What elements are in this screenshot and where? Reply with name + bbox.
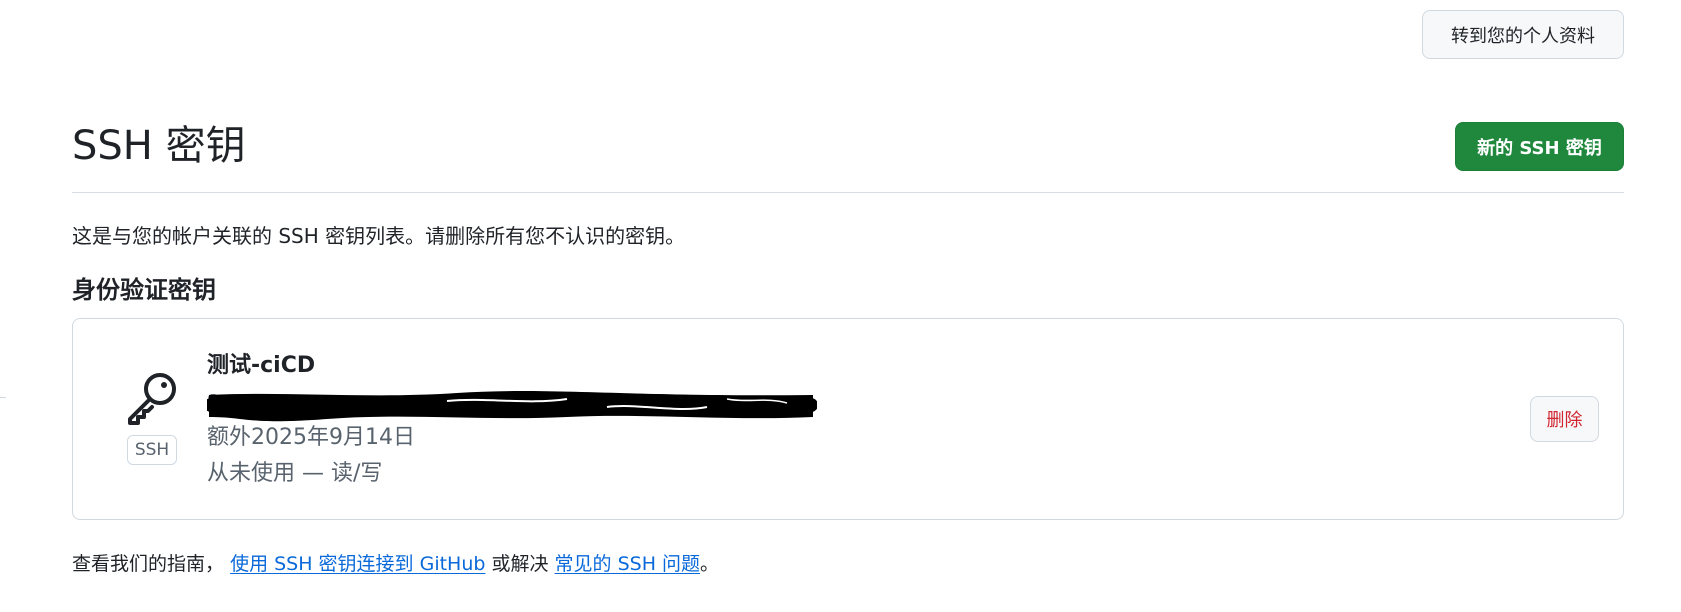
key-usage-status: 从未使用 — 读/写 — [207, 461, 383, 486]
connect-with-ssh-link[interactable]: 使用 SSH 密钥连接到 GitHub — [230, 553, 485, 575]
page-title: SSH 密钥 — [72, 123, 246, 169]
delete-key-button[interactable]: 删除 — [1530, 396, 1599, 442]
key-fingerprint-redacted: S — [207, 387, 817, 423]
footer-help-text: 查看我们的指南， 使用 SSH 密钥连接到 GitHub 或解决 常见的 SSH… — [72, 550, 719, 578]
section-heading: 身份验证密钥 — [72, 276, 216, 304]
header-divider — [72, 192, 1624, 193]
footer-suffix: 。 — [700, 553, 720, 575]
common-ssh-problems-link[interactable]: 常见的 SSH 问题 — [555, 553, 701, 575]
key-added-date: 额外2025年9月14日 — [207, 425, 415, 450]
ssh-badge: SSH — [127, 435, 177, 465]
footer-middle: 或解决 — [491, 553, 549, 575]
new-ssh-key-button[interactable]: 新的 SSH 密钥 — [1455, 122, 1624, 171]
go-to-profile-button[interactable]: 转到您的个人资料 — [1422, 10, 1624, 59]
ssh-keys-settings-page: 转到您的个人资料 SSH 密钥 新的 SSH 密钥 这是与您的帐户关联的 SSH… — [0, 0, 1681, 612]
footer-prefix: 查看我们的指南， — [72, 553, 225, 575]
ssh-key-card: SSH 测试-ciCD S 额外2025年9月14日 从未使用 — 读/写 删除 — [72, 318, 1624, 520]
edge-divider — [0, 397, 6, 398]
key-icon — [128, 373, 176, 425]
redaction-scribble — [207, 391, 817, 422]
key-title: 测试-ciCD — [207, 353, 316, 378]
page-description: 这是与您的帐户关联的 SSH 密钥列表。请删除所有您不认识的密钥。 — [72, 224, 686, 248]
